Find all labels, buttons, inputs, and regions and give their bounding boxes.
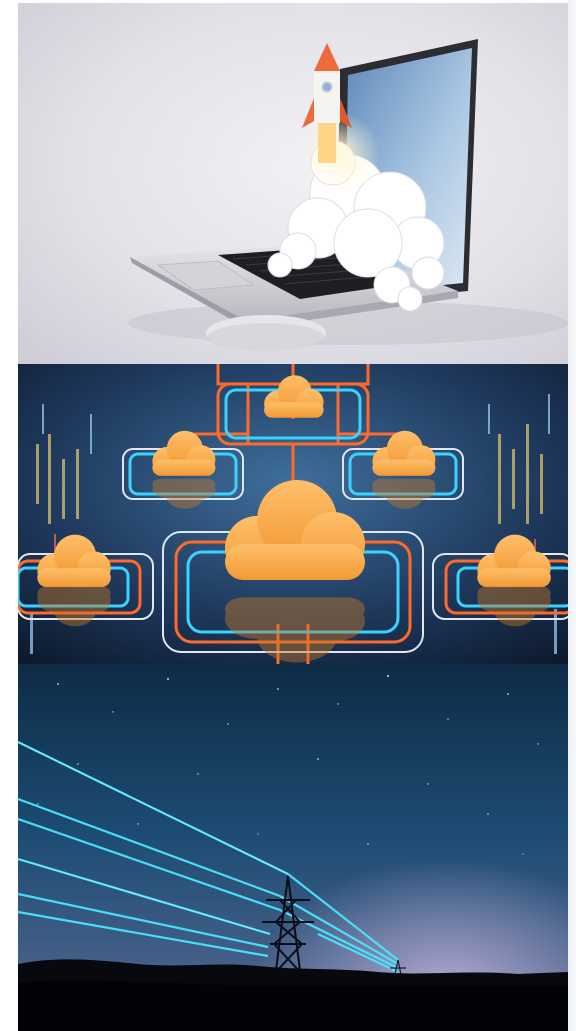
cloud-network-circuit-image[interactable] — [18, 364, 568, 664]
power-line-night-sky-image[interactable] — [18, 664, 568, 1031]
laptop-rocket-illustration — [18, 3, 568, 364]
cloud-network-illustration — [18, 364, 568, 664]
laptop-rocket-launch-image[interactable] — [18, 3, 568, 364]
page-right-margin — [568, 0, 576, 1031]
image-gallery-page — [0, 0, 576, 1031]
power-line-illustration — [18, 664, 568, 1031]
